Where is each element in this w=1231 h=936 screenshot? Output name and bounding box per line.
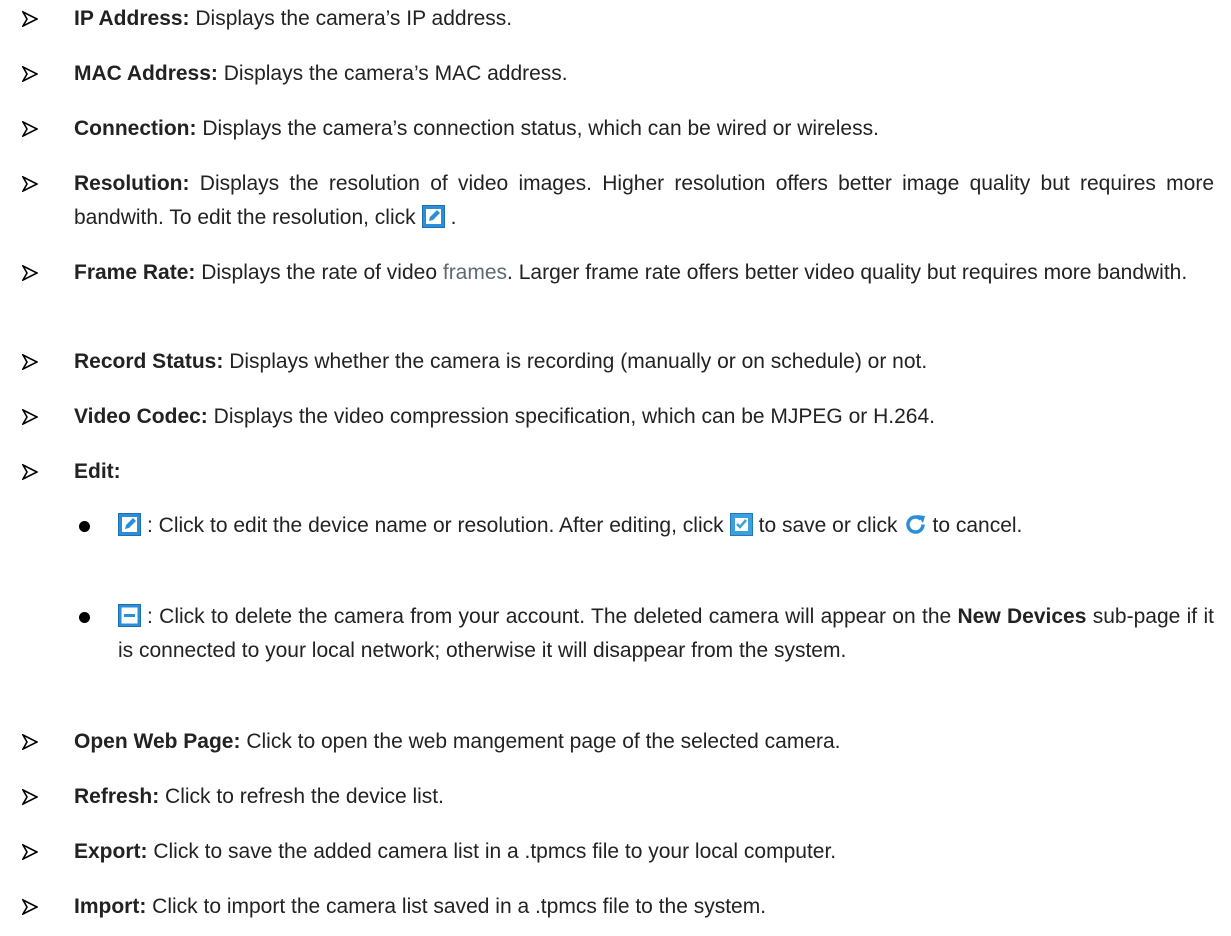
new-devices-label: New Devices	[957, 605, 1087, 628]
list-item-text: Record Status: Displays whether the came…	[74, 345, 1214, 379]
list-item-text: MAC Address: Displays the camera’s MAC a…	[74, 57, 1214, 91]
arrow-bullet-icon	[22, 789, 38, 805]
item-description-muted: frames	[442, 261, 508, 284]
edit-icon[interactable]	[421, 205, 445, 228]
sub-item-desc: : Click to delete the camera from your a…	[147, 605, 952, 628]
arrow-bullet-icon	[22, 121, 38, 137]
item-description: Displays the video compression specifica…	[207, 405, 935, 428]
list-item-text: Connection: Displays the camera’s connec…	[74, 112, 1214, 146]
item-description: Displays the camera’s MAC address.	[217, 62, 568, 85]
item-label: Import:	[74, 895, 147, 918]
item-description-end: .	[450, 206, 457, 229]
bullet-dot-icon	[79, 612, 90, 623]
delete-icon[interactable]	[118, 604, 141, 627]
arrow-bullet-icon	[22, 464, 38, 480]
item-description: Click to import the camera list saved in…	[146, 895, 767, 918]
item-description: Displays the rate of video	[195, 261, 443, 284]
list-item-text: Edit:	[74, 455, 1214, 489]
refresh-cancel-icon[interactable]	[904, 513, 927, 536]
sub-item-desc: to cancel.	[932, 514, 1023, 537]
item-label: Frame Rate:	[74, 261, 196, 284]
sub-item-desc: to save or click	[758, 514, 898, 537]
item-description: Displays whether the camera is recording…	[223, 350, 928, 373]
item-label: IP Address:	[74, 7, 190, 30]
arrow-bullet-icon	[22, 11, 38, 27]
arrow-bullet-icon	[22, 844, 38, 860]
arrow-bullet-icon	[22, 409, 38, 425]
item-label: Open Web Page:	[74, 730, 241, 753]
list-item-text: Video Codec: Displays the video compress…	[74, 400, 1214, 434]
arrow-bullet-icon	[22, 176, 38, 192]
sub-item-text: : Click to delete the camera from your a…	[118, 600, 1214, 668]
item-description: Click to refresh the device list.	[159, 785, 444, 808]
arrow-bullet-icon	[22, 354, 38, 370]
bullet-dot-icon	[79, 521, 90, 532]
save-icon[interactable]	[729, 513, 753, 536]
edit-icon[interactable]	[118, 513, 141, 536]
item-label: Edit:	[74, 460, 121, 483]
list-item-text: IP Address: Displays the camera’s IP add…	[74, 2, 1214, 36]
item-label: Record Status:	[74, 350, 224, 373]
list-item-text: Open Web Page: Click to open the web man…	[74, 725, 1214, 759]
item-description: Click to save the added camera list in a…	[147, 840, 837, 863]
list-item-text: Resolution: Displays the resolution of v…	[74, 167, 1214, 235]
list-item-text: Import: Click to import the camera list …	[74, 890, 1214, 924]
arrow-bullet-icon	[22, 66, 38, 82]
item-description: Displays the camera’s IP address.	[189, 7, 513, 30]
manual-page: IP Address: Displays the camera’s IP add…	[0, 0, 1231, 936]
item-label: Export:	[74, 840, 148, 863]
item-label: Connection:	[74, 117, 197, 140]
arrow-bullet-icon	[22, 899, 38, 915]
item-description: Displays the camera’s connection status,…	[196, 117, 879, 140]
list-item-text: Frame Rate: Displays the rate of video f…	[74, 256, 1214, 290]
item-description: Click to open the web mangement page of …	[240, 730, 841, 753]
item-label: Resolution:	[74, 172, 190, 195]
sub-item-desc: : Click to edit the device name or resol…	[147, 514, 724, 537]
arrow-bullet-icon	[22, 734, 38, 750]
list-item-text: Refresh: Click to refresh the device lis…	[74, 780, 1214, 814]
sub-item-text: : Click to edit the device name or resol…	[118, 509, 1214, 543]
item-description-end: . Larger frame rate offers better video …	[507, 261, 1188, 284]
list-item-text: Export: Click to save the added camera l…	[74, 835, 1214, 869]
item-label: Refresh:	[74, 785, 160, 808]
item-label: Video Codec:	[74, 405, 208, 428]
item-label: MAC Address:	[74, 62, 218, 85]
arrow-bullet-icon	[22, 265, 38, 281]
item-description: Displays the resolution of video images.…	[74, 172, 1214, 229]
